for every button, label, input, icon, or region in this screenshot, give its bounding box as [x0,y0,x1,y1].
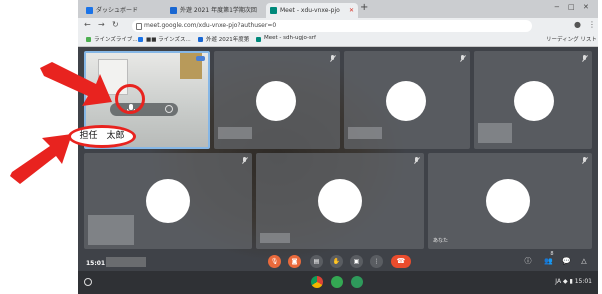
bookmark-item[interactable]: ラインズライブ... [86,35,138,43]
chromeos-shelf: JA ◆ ▮ 15:01 [78,271,598,294]
url-field[interactable]: meet.google.com/xdu-vnxe-pjo?authuser=0 [132,20,532,32]
bookmarks-bar: ラインズライブ... ■■ ラインズス... 外遊 2021年度第 Meet -… [78,34,598,47]
new-tab-button[interactable]: + [360,2,368,13]
camera-off-button[interactable]: ◙ [288,255,301,268]
participant-count-badge: 8 [550,251,554,257]
address-bar-row: ← → ↻ meet.google.com/xdu-vnxe-pjo?authu… [78,18,598,34]
status-tray[interactable]: JA ◆ ▮ 15:01 [555,278,592,285]
meet-favicon-icon [270,7,277,14]
close-window-button[interactable]: ✕ [583,3,589,11]
muted-mic-icon [414,157,419,164]
meet-app-icon[interactable] [351,276,363,288]
play-store-app-icon[interactable] [331,276,343,288]
participant-tile[interactable] [344,51,470,149]
chrome-app-icon[interactable] [311,276,323,288]
activities-icon[interactable]: △ [580,257,588,265]
participant-avatar [514,81,554,121]
classroom-favicon-icon [170,7,177,14]
bookmark-item[interactable]: 外遊 2021年度第 [198,35,249,43]
forward-icon[interactable]: → [98,20,105,29]
participant-tile[interactable] [214,51,340,149]
tab-label: Meet - xdu-vnxe-pjo [280,7,340,14]
raise-hand-button[interactable]: ✋ [330,255,343,268]
participant-avatar [146,179,190,223]
annotation-arrow-mic [40,62,112,106]
more-vert-icon: ⋮ [373,258,380,265]
tab-label: 外遊 2021 年度第1学期次回 [180,7,257,14]
muted-mic-icon [582,157,587,164]
lock-icon [136,23,142,30]
annotation-circle-mic [115,84,145,114]
self-name-label: 担任 太郎 [79,131,125,141]
tile-name-label: あなた [433,238,449,244]
muted-mic-icon [460,55,465,62]
profile-avatar-icon[interactable]: ● [574,20,581,29]
tab-bar: ダッシュボード 外遊 2021 年度第1学期次回 Meet - xdu-vnxe… [78,0,598,18]
participant-tile[interactable] [474,51,592,149]
launcher-icon[interactable] [84,278,92,286]
tab-close-icon[interactable]: ✕ [349,3,354,18]
mic-off-button[interactable]: 🎙 [268,255,281,268]
bookmark-item[interactable]: Meet - sdh-ugjo-srf [256,35,316,42]
menu-dots-icon[interactable]: ⋮ [588,20,596,29]
participant-name-redacted [260,233,290,243]
camera-off-icon: ◙ [291,258,298,265]
tab-label: ダッシュボード [96,7,139,14]
tab-meet[interactable]: Meet - xdu-vnxe-pjo ✕ [266,3,358,18]
dashboard-favicon-icon [86,7,93,14]
participant-avatar [386,81,426,121]
meet-video-grid: あなた 15:01 🎙 ◙ ▤ ✋ ▣ ⋮ ☎ ⓘ 👥 8 💬 △ [78,47,598,294]
tile-more-options-icon[interactable] [196,56,205,61]
bookmark-item[interactable]: ■■ ラインズス... [138,35,191,43]
tab-classroom[interactable]: 外遊 2021 年度第1学期次回 [166,3,262,18]
participant-name-redacted [478,123,512,143]
minimize-button[interactable]: − [554,3,560,11]
reading-list-button[interactable]: リーディング リスト [538,35,597,43]
self-presentation-tile[interactable]: あなた [428,153,592,249]
present-button[interactable]: ▣ [350,255,363,268]
back-icon[interactable]: ← [84,20,91,29]
maximize-button[interactable]: □ [568,3,575,11]
present-icon: ▣ [353,258,360,265]
captions-button[interactable]: ▤ [310,255,323,268]
bookmark-favicon-icon [256,37,261,42]
tile-pin-icon[interactable] [165,105,173,113]
annotation-name-label: 担任 太郎 [68,125,136,148]
mic-off-icon: 🎙 [270,258,279,265]
participant-avatar [256,81,296,121]
hangup-button[interactable]: ☎ [391,255,411,268]
bookmark-favicon-icon [138,37,143,42]
chromebook-screen: ダッシュボード 外遊 2021 年度第1学期次回 Meet - xdu-vnxe… [78,0,598,294]
more-options-button[interactable]: ⋮ [370,255,383,268]
participant-avatar [486,179,530,223]
chat-icon[interactable]: 💬 [562,257,571,265]
participant-tile[interactable] [84,153,252,249]
muted-mic-icon [330,55,335,62]
bookmark-favicon-icon [198,37,203,42]
arrow-shape [40,62,112,106]
meeting-info-icon[interactable]: ⓘ [524,257,532,265]
reload-icon[interactable]: ↻ [112,20,119,29]
phone-hangup-icon: ☎ [396,257,406,265]
participant-name-redacted [88,215,134,245]
meeting-code-redacted [106,257,146,267]
annotation-arrow-name [10,134,72,184]
captions-icon: ▤ [313,258,320,265]
hand-icon: ✋ [332,258,341,265]
muted-mic-icon [582,55,587,62]
url-text: meet.google.com/xdu-vnxe-pjo?authuser=0 [144,22,277,29]
arrow-shape [10,134,72,184]
meeting-time: 15:01 [86,260,106,267]
muted-mic-icon [242,157,247,164]
tab-dashboard[interactable]: ダッシュボード [82,3,162,18]
participant-name-redacted [348,127,382,139]
participant-avatar [318,179,362,223]
participant-tile[interactable] [256,153,424,249]
participant-name-redacted [218,127,252,139]
people-icon[interactable]: 👥 [544,257,553,265]
bookmark-favicon-icon [86,37,91,42]
